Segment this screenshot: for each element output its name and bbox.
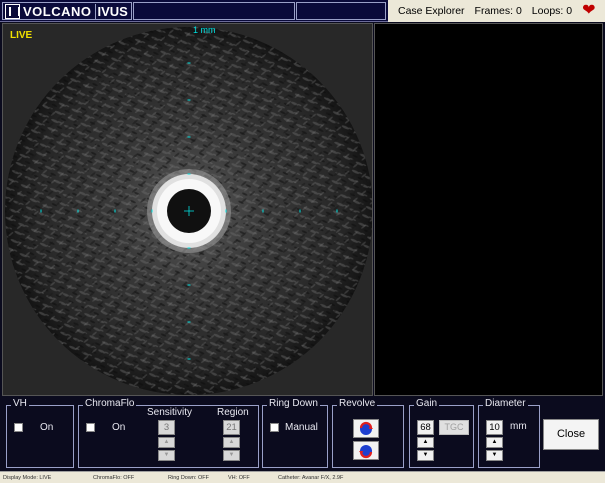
case-toolbar: Case Explorer Frames: 0 Loops: 0 ❤ — [388, 0, 605, 22]
vh-on-label: On — [40, 422, 54, 433]
loops-counter: Loops: 0 — [531, 5, 573, 17]
diameter-group: Diameter 10 mm ▲ ▼ — [478, 398, 540, 468]
diameter-down-button[interactable]: ▼ — [486, 450, 503, 461]
sensitivity-up-button: ▲ — [158, 437, 175, 448]
sensitivity-down-button: ▼ — [158, 450, 175, 461]
ivus-image-panel[interactable]: LIVE 1 mm — [2, 23, 373, 396]
chromaflo-on-checkbox[interactable] — [86, 423, 95, 432]
gain-value[interactable]: 68 — [417, 420, 434, 435]
gain-down-button[interactable]: ▼ — [417, 450, 434, 461]
toolbar-slot-1 — [133, 2, 295, 20]
gain-group: Gain 68 TGC ▲ ▼ — [409, 398, 474, 468]
heart-icon[interactable]: ❤ — [582, 3, 595, 19]
sensitivity-value: 3 — [158, 420, 175, 435]
volcano-logo: VOLCANO IVUS — [2, 2, 132, 20]
vh-group: VH On — [6, 398, 74, 468]
scale-label: 1 mm — [193, 25, 216, 35]
tgc-button: TGC — [439, 420, 469, 435]
ivus-cross-section-image[interactable] — [3, 24, 373, 396]
chromaflo-group: ChromaFlo On Sensitivity 3 ▲ ▼ Region 21… — [78, 398, 259, 468]
ring-down-title: Ring Down — [267, 398, 320, 409]
vh-on-checkbox[interactable] — [14, 423, 23, 432]
gain-up-button[interactable]: ▲ — [417, 437, 434, 448]
status-bar: Display Mode: LIVE ChromaFlo: OFF Ring D… — [0, 471, 605, 483]
status-catheter: Catheter: Avanar F/X, 2.9F — [278, 475, 344, 481]
secondary-view-panel[interactable] — [374, 23, 603, 396]
diameter-value[interactable]: 10 — [486, 420, 503, 435]
logo-brand-text: VOLCANO — [23, 3, 92, 19]
ring-down-group: Ring Down Manual — [262, 398, 328, 468]
mode-label: LIVE — [10, 30, 33, 41]
status-display-mode: Display Mode: LIVE — [3, 475, 52, 481]
rotate-clockwise-icon — [359, 421, 373, 435]
control-panel: VH On ChromaFlo On Sensitivity 3 ▲ ▼ Reg… — [0, 396, 605, 471]
sensitivity-label: Sensitivity — [147, 407, 193, 418]
region-value: 21 — [223, 420, 240, 435]
status-vh: VH: OFF — [228, 475, 250, 481]
chromaflo-title: ChromaFlo — [83, 398, 137, 409]
diameter-up-button[interactable]: ▲ — [486, 437, 503, 448]
region-down-button: ▼ — [223, 450, 240, 461]
diameter-title: Diameter — [483, 398, 528, 409]
revolve-clockwise-button[interactable] — [353, 419, 379, 438]
title-bar: VOLCANO IVUS Case Explorer Frames: 0 Loo… — [0, 0, 605, 22]
revolve-counterclockwise-button[interactable] — [353, 441, 379, 460]
ring-down-manual-checkbox[interactable] — [270, 423, 279, 432]
toolbar-slot-2 — [296, 2, 386, 20]
status-chromaflo: ChromaFlo: OFF — [93, 475, 135, 481]
gain-title: Gain — [414, 398, 440, 409]
close-button[interactable]: Close — [543, 419, 599, 450]
vh-title: VH — [11, 398, 29, 409]
frames-counter: Frames: 0 — [474, 5, 522, 17]
volcano-logo-icon — [5, 3, 20, 19]
case-explorer-button[interactable]: Case Explorer — [398, 5, 465, 17]
revolve-group: Revolve — [332, 398, 404, 468]
chromaflo-on-label: On — [112, 422, 126, 433]
rotate-counterclockwise-icon — [359, 444, 373, 458]
region-label: Region — [217, 407, 249, 418]
region-up-button: ▲ — [223, 437, 240, 448]
diameter-unit: mm — [510, 421, 527, 432]
ring-down-manual-label: Manual — [285, 422, 318, 433]
status-ring-down: Ring Down: OFF — [168, 475, 209, 481]
revolve-title: Revolve — [337, 398, 378, 409]
logo-product-text: IVUS — [94, 3, 130, 19]
